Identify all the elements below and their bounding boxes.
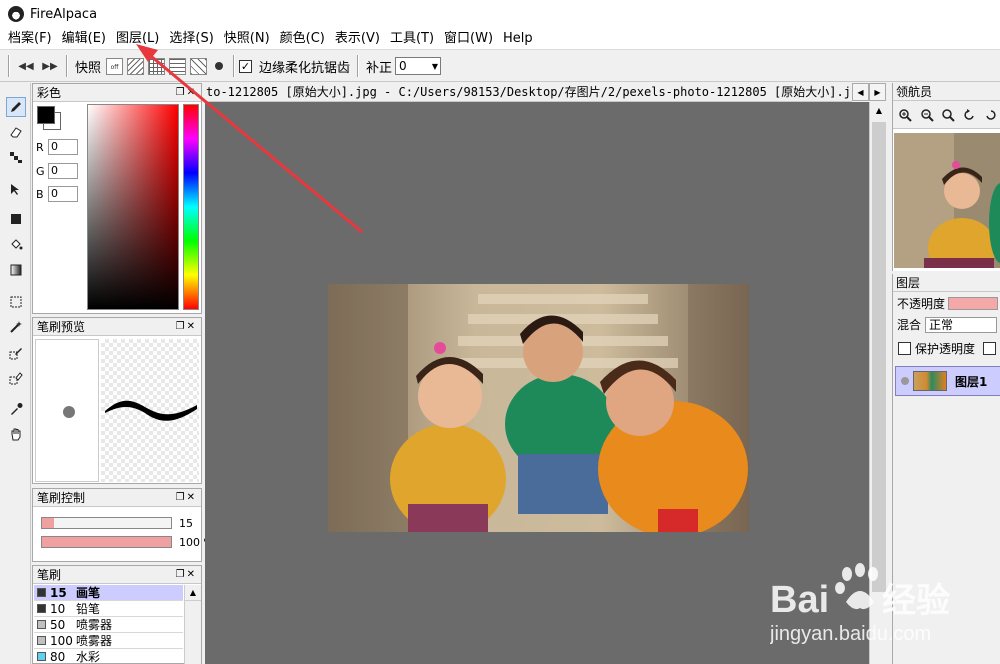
baidu-watermark: Bai 经验 jingyan.baidu.com — [769, 560, 990, 655]
foreground-color-swatch[interactable] — [37, 106, 55, 124]
baidu-watermark-logo: Bai 经验 jingyan.baidu.com — [769, 563, 950, 645]
watermark-brand: Bai — [770, 579, 829, 621]
annotation-arrow-shaft — [145, 50, 363, 234]
watermark-url: jingyan.baidu.com — [770, 623, 931, 645]
watermark-brand-cn: 经验 — [882, 581, 950, 621]
